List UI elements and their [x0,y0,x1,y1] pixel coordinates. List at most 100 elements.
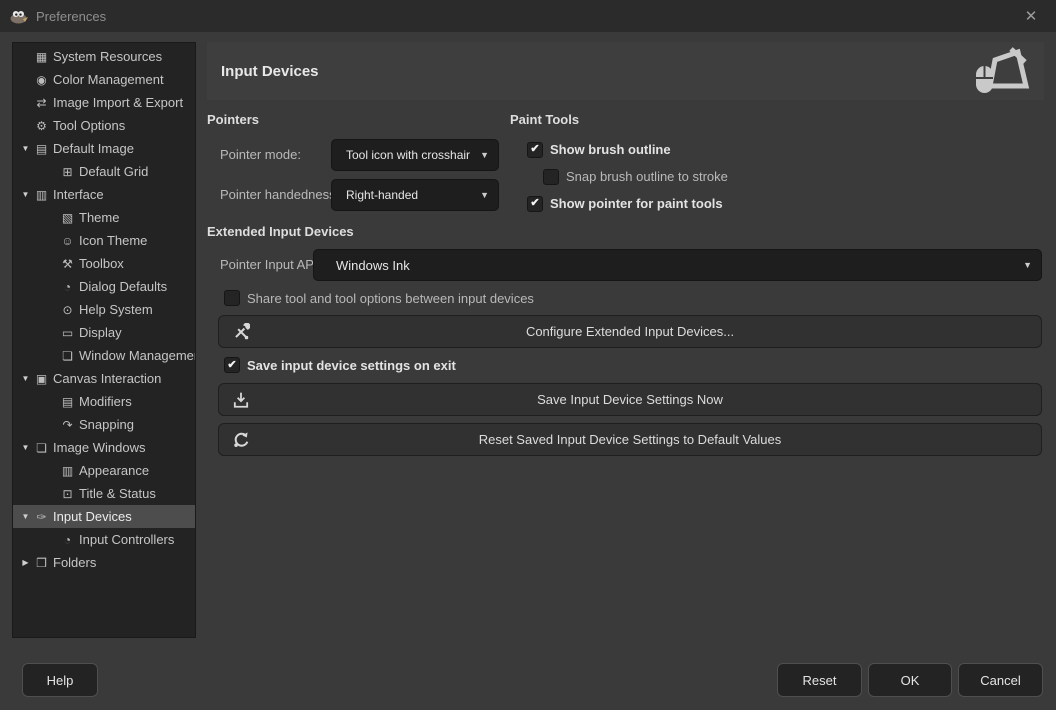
configure-extended-input-devices-label: Configure Extended Input Devices... [526,324,734,339]
sidebar-item-theme[interactable]: ▧Theme [13,206,195,229]
reset-saved-input-device-settings-button[interactable]: Reset Saved Input Device Settings to Def… [218,423,1042,456]
configure-extended-input-devices-button[interactable]: Configure Extended Input Devices... [218,315,1042,348]
sidebar-item-label: System Resources [53,49,162,64]
chevron-down-icon: ▼ [480,190,489,200]
sidebar-item-label: Color Management [53,72,164,87]
checkbox-label: Show pointer for paint tools [550,196,723,211]
sidebar-tree: ▦System Resources◉Color Management⇄Image… [12,42,196,638]
sidebar-item-label: Appearance [79,463,149,478]
pointer-mode-dropdown[interactable]: Tool icon with crosshair ▼ [331,139,499,171]
pointer-input-api-dropdown[interactable]: Windows Ink ▼ [313,249,1042,281]
tools-icon [232,323,250,341]
sidebar-item-label: Image Windows [53,440,145,455]
sidebar-item-image-import-export[interactable]: ⇄Image Import & Export [13,91,195,114]
sidebar-item-label: Input Devices [53,509,132,524]
sidebar-item-default-grid[interactable]: ⊞Default Grid [13,160,195,183]
pointer-input-api-label: Pointer Input API: [220,257,321,272]
pointer-mode-label: Pointer mode: [220,147,301,162]
color-management-icon: ◉ [33,73,50,87]
checkbox-row-show-brush-outline: ✔ Show brush outline [527,136,728,163]
window-title: Preferences [36,9,106,24]
snap-brush-outline-to-stroke-checkbox[interactable] [543,169,559,185]
sidebar-item-input-controllers[interactable]: ◔Input Controllers [13,528,195,551]
sidebar-item-label: Icon Theme [79,233,147,248]
preferences-dialog: Preferences ✕ ▦System Resources◉Color Ma… [0,0,1056,710]
sidebar-item-canvas-interaction[interactable]: ▼▣Canvas Interaction [13,367,195,390]
save-input-device-settings-now-button[interactable]: Save Input Device Settings Now [218,383,1042,416]
dialog-defaults-icon: ◔ [59,280,76,294]
ok-button[interactable]: OK [868,663,952,697]
canvas-interaction-icon: ▣ [33,372,50,386]
input-devices-icon: ✑ [33,510,50,524]
expander-down-icon[interactable]: ▼ [18,190,33,199]
sidebar-item-input-devices[interactable]: ▼✑Input Devices [13,505,195,528]
sidebar-item-snapping[interactable]: ↷Snapping [13,413,195,436]
sidebar-item-label: Snapping [79,417,134,432]
save-settings-on-exit-checkbox[interactable]: ✔ [224,357,240,373]
pointers-section-title: Pointers [207,112,259,127]
cancel-button-label: Cancel [980,673,1020,688]
sidebar-item-display[interactable]: ▭Display [13,321,195,344]
sidebar-item-default-image[interactable]: ▼▤Default Image [13,137,195,160]
reset-icon [232,431,250,449]
sidebar-item-label: Interface [53,187,104,202]
sidebar-item-interface[interactable]: ▼▥Interface [13,183,195,206]
checkbox-label: Snap brush outline to stroke [566,169,728,184]
system-resources-icon: ▦ [33,50,50,64]
sidebar-item-label: Help System [79,302,153,317]
pointer-handedness-dropdown[interactable]: Right-handed ▼ [331,179,499,211]
theme-icon: ▧ [59,211,76,225]
modifiers-icon: ▤ [59,395,76,409]
save-icon [232,391,250,409]
sidebar-item-color-management[interactable]: ◉Color Management [13,68,195,91]
ok-button-label: OK [901,673,920,688]
image-import-export-icon: ⇄ [33,96,50,110]
sidebar-item-tool-options[interactable]: ⚙Tool Options [13,114,195,137]
icon-theme-icon: ☺ [59,234,76,248]
snapping-icon: ↷ [59,418,76,432]
sidebar-item-label: Image Import & Export [53,95,183,110]
expander-down-icon[interactable]: ▼ [18,443,33,452]
sidebar-item-label: Window Management [79,348,195,363]
expander-down-icon[interactable]: ▼ [18,374,33,383]
reset-button[interactable]: Reset [777,663,862,697]
sidebar-item-title-status[interactable]: ⊡Title & Status [13,482,195,505]
sidebar-item-label: Display [79,325,122,340]
input-devices-icon [974,47,1030,95]
help-button[interactable]: Help [22,663,98,697]
sidebar-item-icon-theme[interactable]: ☺Icon Theme [13,229,195,252]
checkbox-row-show-pointer-for-paint-tools: ✔ Show pointer for paint tools [527,190,728,217]
save-settings-on-exit-label: Save input device settings on exit [247,358,456,373]
cancel-button[interactable]: Cancel [958,663,1043,697]
sidebar-item-image-windows[interactable]: ▼❏Image Windows [13,436,195,459]
sidebar-item-window-management[interactable]: ❏Window Management [13,344,195,367]
sidebar-item-folders[interactable]: ▶❒Folders [13,551,195,574]
help-button-label: Help [47,673,74,688]
sidebar-item-modifiers[interactable]: ▤Modifiers [13,390,195,413]
sidebar-item-system-resources[interactable]: ▦System Resources [13,45,195,68]
share-tool-options-checkbox[interactable] [224,290,240,306]
show-brush-outline-checkbox[interactable]: ✔ [527,142,543,158]
show-pointer-for-paint-tools-checkbox[interactable]: ✔ [527,196,543,212]
share-tool-options-label: Share tool and tool options between inpu… [247,291,534,306]
title-status-icon: ⊡ [59,487,76,501]
checkbox-row-snap-brush-outline-to-stroke: Snap brush outline to stroke [543,163,728,190]
sidebar-item-help-system[interactable]: ⊙Help System [13,298,195,321]
pointer-input-api-value: Windows Ink [336,258,1019,273]
help-system-icon: ⊙ [59,303,76,317]
sidebar-item-appearance[interactable]: ▥Appearance [13,459,195,482]
sidebar-item-dialog-defaults[interactable]: ◔Dialog Defaults [13,275,195,298]
sidebar-item-label: Title & Status [79,486,156,501]
paint-tools-section-title: Paint Tools [510,112,579,127]
interface-icon: ▥ [33,188,50,202]
chevron-down-icon: ▼ [1023,260,1032,270]
sidebar-item-toolbox[interactable]: ⚒Toolbox [13,252,195,275]
expander-down-icon[interactable]: ▼ [18,512,33,521]
close-icon[interactable]: ✕ [1016,0,1046,32]
expander-down-icon[interactable]: ▼ [18,144,33,153]
expander-right-icon[interactable]: ▶ [18,558,33,567]
checkbox-label: Show brush outline [550,142,671,157]
sidebar-item-label: Theme [79,210,119,225]
default-image-icon: ▤ [33,142,50,156]
share-tool-options-row: Share tool and tool options between inpu… [224,290,534,306]
